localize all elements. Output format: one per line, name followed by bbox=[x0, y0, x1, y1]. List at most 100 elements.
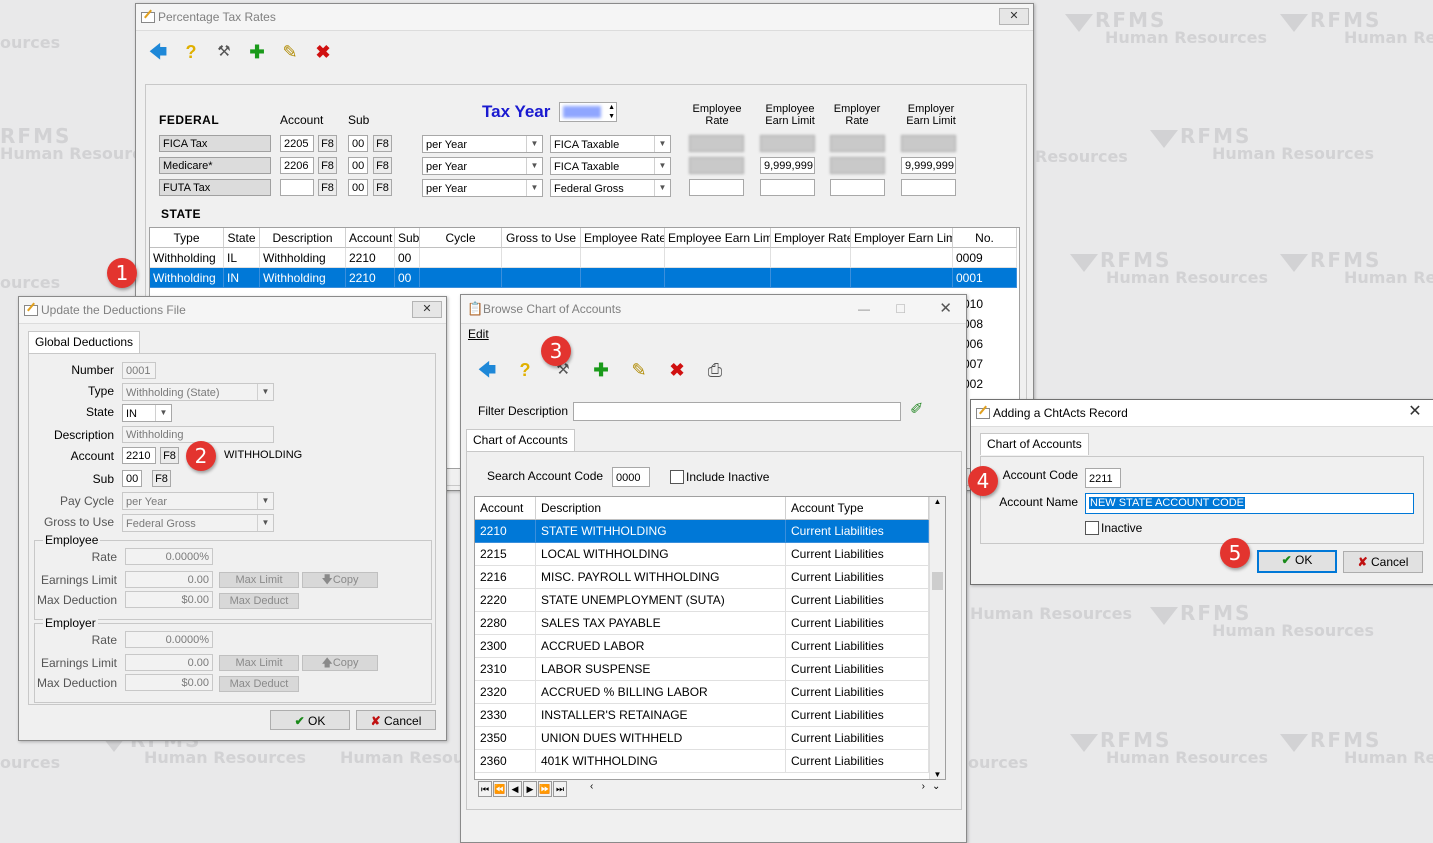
print-icon[interactable]: ⎙ bbox=[703, 358, 727, 382]
sub-input[interactable]: 00 bbox=[348, 179, 368, 196]
column-header[interactable]: Account Type bbox=[786, 497, 929, 520]
gross-select[interactable]: FICA Taxable ▼ bbox=[550, 157, 671, 175]
column-header[interactable]: Description bbox=[260, 228, 346, 248]
ok-button[interactable]: ✔ OK bbox=[270, 710, 350, 730]
table-row[interactable]: 2360 401K WITHHOLDING Current Liabilities bbox=[475, 750, 945, 773]
maximize-icon[interactable]: ☐ bbox=[895, 295, 906, 323]
sub-input[interactable]: 00 bbox=[348, 157, 368, 174]
close-icon[interactable]: ✕ bbox=[939, 295, 952, 323]
account-name-input[interactable]: NEW STATE ACCOUNT CODE bbox=[1085, 493, 1414, 514]
column-header[interactable]: Employee Rate bbox=[581, 228, 665, 248]
account-code-input[interactable]: 2211 bbox=[1085, 468, 1121, 488]
table-row[interactable]: 2280 SALES TAX PAYABLE Current Liabilities bbox=[475, 612, 945, 635]
employee-earn-limit-input[interactable]: 9,999,999 bbox=[760, 157, 815, 174]
table-row[interactable]: 2300 ACCRUED LABOR Current Liabilities bbox=[475, 635, 945, 658]
edit-record-icon[interactable]: ✎ bbox=[627, 358, 651, 382]
table-row[interactable]: Withholding IL Withholding 2210 00 0009 bbox=[150, 248, 1019, 268]
f8-lookup-button[interactable]: F8 bbox=[373, 179, 392, 196]
employee-rate-input[interactable] bbox=[689, 157, 744, 174]
delete-record-icon[interactable]: ✖ bbox=[665, 358, 689, 382]
delete-record-icon[interactable]: ✖ bbox=[311, 40, 335, 64]
table-row[interactable]: 2350 UNION DUES WITHHELD Current Liabiliti… bbox=[475, 727, 945, 750]
tab-global-deductions[interactable]: Global Deductions bbox=[28, 331, 141, 353]
column-header[interactable]: Type bbox=[150, 228, 224, 248]
account-input[interactable]: 2205 bbox=[280, 135, 314, 152]
horizontal-scrollbar[interactable]: ‹ › bbox=[584, 781, 927, 795]
close-button[interactable]: ✕ bbox=[1401, 400, 1429, 420]
employee-rate-input[interactable] bbox=[689, 135, 744, 152]
scroll-down-icon[interactable]: ⌄ bbox=[932, 781, 940, 792]
account-input[interactable]: 2206 bbox=[280, 157, 314, 174]
table-row[interactable]: 2330 INSTALLER'S RETAINAGE Current Liabili… bbox=[475, 704, 945, 727]
employer-rate-input[interactable] bbox=[830, 179, 885, 196]
scroll-down-icon[interactable]: ▼ bbox=[930, 770, 945, 779]
table-row-selected[interactable]: 2210 STATE WITHHOLDING Current Liabilities bbox=[475, 520, 945, 543]
back-arrow-icon[interactable]: 🡄 bbox=[146, 40, 170, 64]
column-header[interactable]: Description bbox=[536, 497, 786, 520]
account-input[interactable] bbox=[280, 179, 314, 196]
tax-year-input[interactable]: ▲ ▼ bbox=[559, 102, 617, 122]
cancel-button[interactable]: ✘ Cancel bbox=[1343, 551, 1423, 573]
f8-lookup-button[interactable]: F8 bbox=[318, 157, 337, 174]
table-row[interactable]: 2215 LOCAL WITHHOLDING Current Liabilities bbox=[475, 543, 945, 566]
help-icon[interactable]: ? bbox=[513, 358, 537, 382]
sub-input[interactable]: 00 bbox=[348, 135, 368, 152]
menu-edit[interactable]: Edit bbox=[468, 327, 489, 341]
sub-input[interactable]: 00 bbox=[122, 470, 142, 487]
column-header[interactable]: Gross to Use bbox=[502, 228, 581, 248]
table-row[interactable]: 2320 ACCRUED % BILLING LABOR Current Liabi… bbox=[475, 681, 945, 704]
employer-earn-limit-input[interactable] bbox=[901, 179, 956, 196]
tools-icon[interactable]: ⚒ bbox=[212, 40, 236, 64]
search-account-code-input[interactable]: 0000 bbox=[612, 467, 650, 487]
add-record-icon[interactable]: ✚ bbox=[589, 358, 613, 382]
column-header[interactable]: Cycle bbox=[420, 228, 502, 248]
f8-lookup-button[interactable]: F8 bbox=[160, 447, 179, 464]
filter-description-input[interactable] bbox=[573, 402, 901, 421]
column-header[interactable]: Employer Earn Limit bbox=[851, 228, 953, 248]
column-header[interactable]: State bbox=[224, 228, 260, 248]
employee-earn-limit-input[interactable] bbox=[760, 135, 815, 152]
prev-record-icon[interactable]: ◀ bbox=[508, 781, 522, 797]
state-select[interactable]: IN ▼ bbox=[122, 404, 172, 422]
column-header[interactable]: No. bbox=[953, 228, 1017, 248]
scroll-up-icon[interactable]: ▲ bbox=[930, 497, 945, 506]
vertical-scrollbar[interactable]: ▲ ▼ bbox=[929, 497, 945, 779]
gross-select[interactable]: Federal Gross ▼ bbox=[550, 179, 671, 197]
employer-earn-limit-input[interactable]: 9,999,999 bbox=[901, 157, 956, 174]
employer-rate-input[interactable] bbox=[830, 135, 885, 152]
tab-chart-of-accounts[interactable]: Chart of Accounts bbox=[466, 429, 575, 451]
employee-earn-limit-input[interactable] bbox=[760, 179, 815, 196]
table-row[interactable]: 2216 MISC. PAYROLL WITHHOLDING Current Lia… bbox=[475, 566, 945, 589]
employer-earn-limit-input[interactable] bbox=[901, 135, 956, 152]
f8-lookup-button[interactable]: F8 bbox=[318, 179, 337, 196]
scroll-thumb[interactable] bbox=[932, 572, 943, 590]
column-header[interactable]: Employee Earn Limit bbox=[665, 228, 771, 248]
cancel-button[interactable]: ✘ Cancel bbox=[356, 710, 436, 730]
f8-lookup-button[interactable]: F8 bbox=[152, 470, 171, 487]
cycle-select[interactable]: per Year ▼ bbox=[422, 179, 543, 197]
next-page-icon[interactable]: ⏩ bbox=[538, 781, 552, 797]
help-icon[interactable]: ? bbox=[179, 40, 203, 64]
inactive-checkbox[interactable] bbox=[1085, 521, 1099, 535]
column-header[interactable]: Sub bbox=[395, 228, 420, 248]
spin-icon[interactable]: ▲ ▼ bbox=[608, 103, 615, 121]
close-button[interactable]: ✕ bbox=[999, 8, 1029, 25]
column-header[interactable]: Account bbox=[346, 228, 395, 248]
ok-button[interactable]: ✔ OK bbox=[1257, 550, 1337, 573]
table-row[interactable]: 2310 LABOR SUSPENSE Current Liabilities bbox=[475, 658, 945, 681]
column-header[interactable]: Account bbox=[475, 497, 536, 520]
f8-lookup-button[interactable]: F8 bbox=[373, 157, 392, 174]
chart-of-accounts-grid[interactable]: Account Description Account Type 2210 STA… bbox=[474, 496, 946, 780]
table-row[interactable]: 2220 STATE UNEMPLOYMENT (SUTA) Current Lia… bbox=[475, 589, 945, 612]
eraser-icon[interactable]: ✐ bbox=[910, 399, 923, 419]
account-input[interactable]: 2210 bbox=[122, 447, 156, 464]
scroll-left-icon[interactable]: ‹ bbox=[590, 781, 593, 792]
tab-chart-of-accounts[interactable]: Chart of Accounts bbox=[980, 433, 1089, 455]
close-button[interactable]: ✕ bbox=[412, 301, 442, 318]
edit-record-icon[interactable]: ✎ bbox=[278, 40, 302, 64]
f8-lookup-button[interactable]: F8 bbox=[373, 135, 392, 152]
next-record-icon[interactable]: ▶ bbox=[523, 781, 537, 797]
cycle-select[interactable]: per Year ▼ bbox=[422, 135, 543, 153]
gross-select[interactable]: FICA Taxable ▼ bbox=[550, 135, 671, 153]
include-inactive-checkbox[interactable] bbox=[670, 470, 684, 484]
